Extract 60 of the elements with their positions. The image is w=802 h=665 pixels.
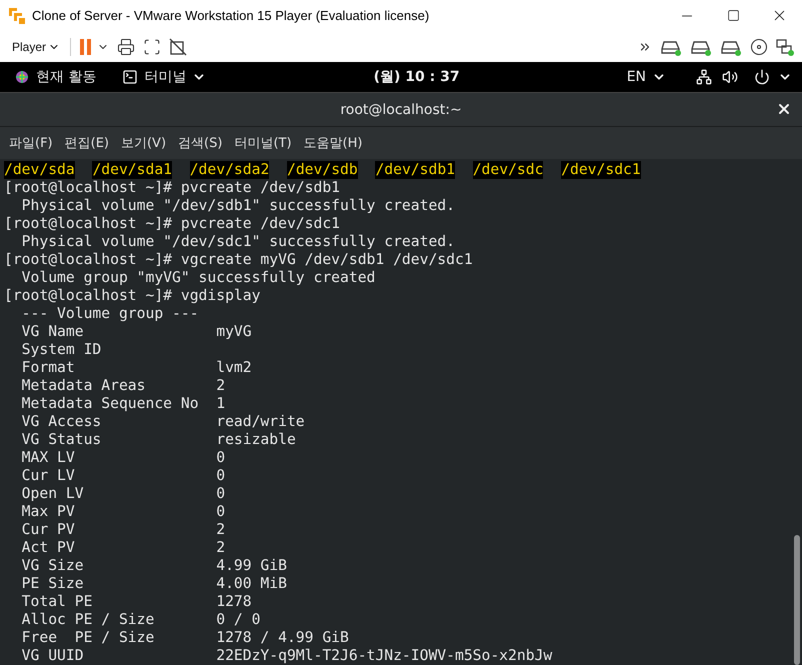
network-icon[interactable] bbox=[696, 69, 712, 85]
unity-icon[interactable] bbox=[169, 38, 188, 56]
terminal-line: [root@localhost ~]# vgcreate myVG /dev/sdb1 /dev/sdc1 bbox=[4, 251, 474, 269]
menu-item[interactable]: 도움말(H) bbox=[298, 134, 368, 152]
clock[interactable]: (월) 10 : 37 bbox=[374, 68, 460, 86]
terminal-line: Open LV 0 bbox=[20, 485, 226, 503]
device-name: /dev/sda2 bbox=[190, 161, 270, 179]
device-name: /dev/sdb1 bbox=[375, 161, 456, 179]
menu-item[interactable]: 터미널(T) bbox=[229, 134, 297, 152]
terminal-line: --- Volume group --- bbox=[20, 305, 200, 323]
terminal-line: Format lvm2 bbox=[20, 359, 253, 377]
terminal-line: Act PV 2 bbox=[20, 539, 226, 557]
input-source-menu[interactable]: EN bbox=[622, 69, 670, 85]
app-menu[interactable]: 터미널 bbox=[118, 68, 210, 86]
terminal-line: PE Size 4.00 MiB bbox=[20, 575, 288, 593]
menu-item[interactable]: 파일(F) bbox=[4, 134, 58, 152]
device-name: /dev/sdc bbox=[472, 161, 544, 179]
terminal-line: Cur PV 2 bbox=[20, 521, 226, 539]
terminal-line: Physical volume "/dev/sdc1" successfully created. bbox=[20, 233, 456, 251]
terminal-line: Cur LV 0 bbox=[20, 467, 226, 485]
menu-item[interactable]: 편집(E) bbox=[60, 134, 114, 152]
terminal-line: Metadata Areas 2 bbox=[20, 377, 226, 395]
terminal-line: Metadata Sequence No 1 bbox=[20, 395, 226, 413]
terminal-line: VG UUID 22EDzY-q9Ml-T2J6-tJNz-IOWV-m5So-x2nbJw bbox=[20, 647, 554, 665]
terminal-line: Total PE 1278 bbox=[20, 593, 253, 611]
scrollbar-thumb[interactable] bbox=[794, 535, 800, 665]
device-name: /dev/sda1 bbox=[92, 161, 172, 179]
terminal-icon bbox=[122, 69, 138, 85]
volume-icon[interactable] bbox=[722, 69, 738, 85]
terminal-line: [root@localhost ~]# vgdisplay bbox=[4, 287, 262, 305]
terminal-line: [root@localhost ~]# pvcreate /dev/sdc1 bbox=[4, 215, 342, 233]
activities-logo-icon bbox=[14, 69, 30, 85]
terminal-line: Free PE / Size 1278 / 4.99 GiB bbox=[20, 629, 350, 647]
terminal-line: System ID bbox=[20, 341, 102, 359]
terminal-line: Alloc PE / Size 0 / 0 bbox=[20, 611, 262, 629]
player-menu[interactable]: Player bbox=[10, 38, 62, 56]
disc-icon[interactable] bbox=[750, 38, 768, 56]
fullscreen-icon[interactable] bbox=[143, 38, 162, 56]
terminal-title: root@localhost:~ bbox=[340, 102, 462, 118]
terminal-line: VG Access read/write bbox=[20, 413, 306, 431]
maximize-icon[interactable] bbox=[726, 9, 740, 22]
menu-item[interactable]: 보기(V) bbox=[116, 134, 172, 152]
close-icon[interactable] bbox=[776, 101, 792, 117]
terminal-line: MAX LV 0 bbox=[20, 449, 226, 467]
device-name: /dev/sdb bbox=[287, 161, 358, 179]
network-adapter-icon[interactable] bbox=[776, 38, 794, 56]
terminal-line: VG Size 4.99 GiB bbox=[20, 557, 288, 575]
window-title: Clone of Server - VMware Workstation 15 Player (Evaluation license) bbox=[32, 8, 430, 23]
menu-item[interactable]: 검색(S) bbox=[173, 134, 228, 152]
power-icon[interactable] bbox=[754, 69, 770, 85]
terminal-line: VG Name myVG bbox=[20, 323, 253, 341]
terminal-line: Physical volume "/dev/sdb1" successfully created. bbox=[20, 197, 456, 215]
activities-button[interactable]: 현재 활동 bbox=[10, 68, 100, 86]
terminal-line: VG Status resizable bbox=[20, 431, 297, 449]
device-name: /dev/sdc1 bbox=[561, 161, 641, 179]
app-logo-icon bbox=[8, 6, 26, 24]
terminal-line: Max PV 0 bbox=[20, 503, 226, 521]
terminal-line: Volume group "myVG" successfully created bbox=[20, 269, 376, 287]
terminal-line: [root@localhost ~]# pvcreate /dev/sdb1 bbox=[4, 179, 342, 197]
device-name: /dev/sda bbox=[4, 161, 75, 179]
